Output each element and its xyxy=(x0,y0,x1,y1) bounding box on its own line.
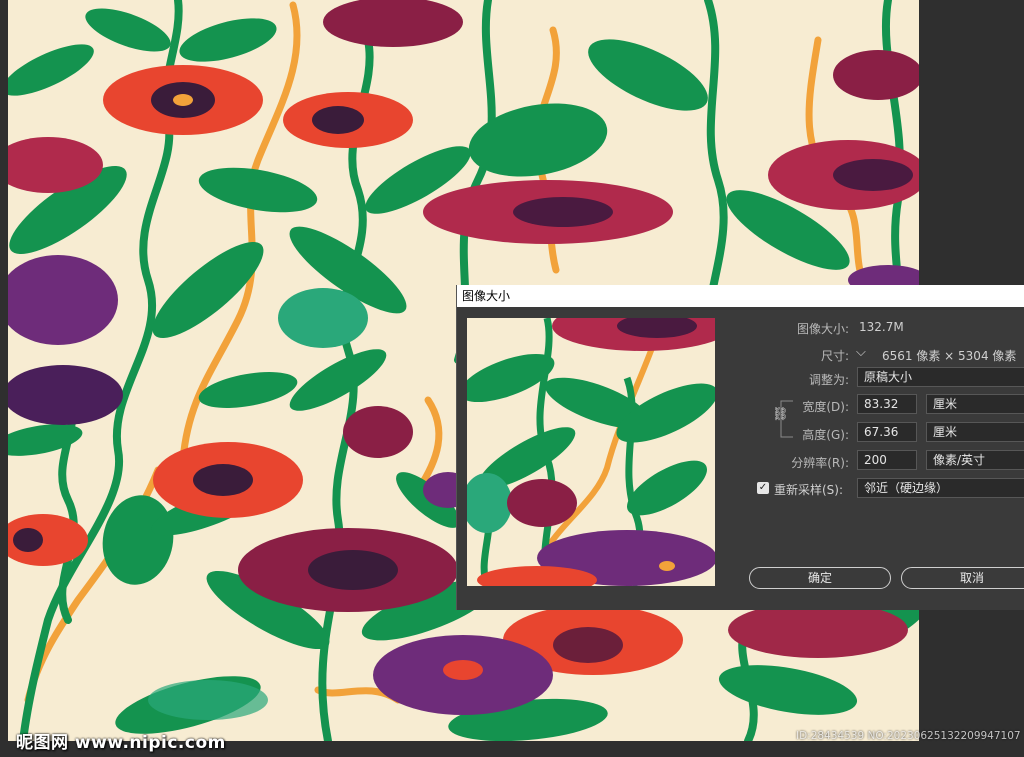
resolution-unit-select[interactable]: 像素/英寸 xyxy=(926,450,1024,470)
resample-label: 重新采样(S): xyxy=(774,483,844,497)
chevron-down-icon[interactable]: ⌵ xyxy=(856,345,866,360)
cancel-button[interactable]: 取消 xyxy=(901,567,1024,589)
watermark-site: 昵图网 www.nipic.com xyxy=(16,733,226,753)
height-input[interactable]: 67.36 xyxy=(857,422,917,442)
fit-to-select[interactable]: 原稿大小 xyxy=(857,367,1024,387)
ok-button[interactable]: 确定 xyxy=(749,567,891,589)
watermark-id: ID:28434539 NO:20230625132209947107 xyxy=(796,730,1021,742)
height-label: 高度(G): xyxy=(802,428,849,442)
resample-checkbox[interactable]: ✓ xyxy=(757,482,769,494)
dimensions-label: 尺寸: xyxy=(820,349,849,363)
resolution-input[interactable]: 200 xyxy=(857,450,917,470)
dialog-title[interactable]: 图像大小 xyxy=(457,285,1024,307)
dimensions-value: 6561 像素 × 5304 像素 xyxy=(882,349,1017,363)
image-size-dialog: 图像大小 图像大小: 132.7M 尺寸: ⌵ 6561 像素 × 5304 像… xyxy=(456,285,1024,610)
width-unit-select[interactable]: 厘米 xyxy=(926,394,1024,414)
fit-to-label: 调整为: xyxy=(808,373,849,387)
image-size-value: 132.7M xyxy=(859,320,904,334)
resample-select[interactable]: 邻近（硬边缘） xyxy=(857,478,1024,498)
image-preview[interactable] xyxy=(467,318,715,586)
resolution-label: 分辨率(R): xyxy=(791,456,849,470)
image-size-label: 图像大小: xyxy=(796,322,849,336)
preview-artwork xyxy=(467,318,715,586)
width-input[interactable]: 83.32 xyxy=(857,394,917,414)
width-label: 宽度(D): xyxy=(802,400,849,414)
height-unit-select[interactable]: 厘米 xyxy=(926,422,1024,442)
